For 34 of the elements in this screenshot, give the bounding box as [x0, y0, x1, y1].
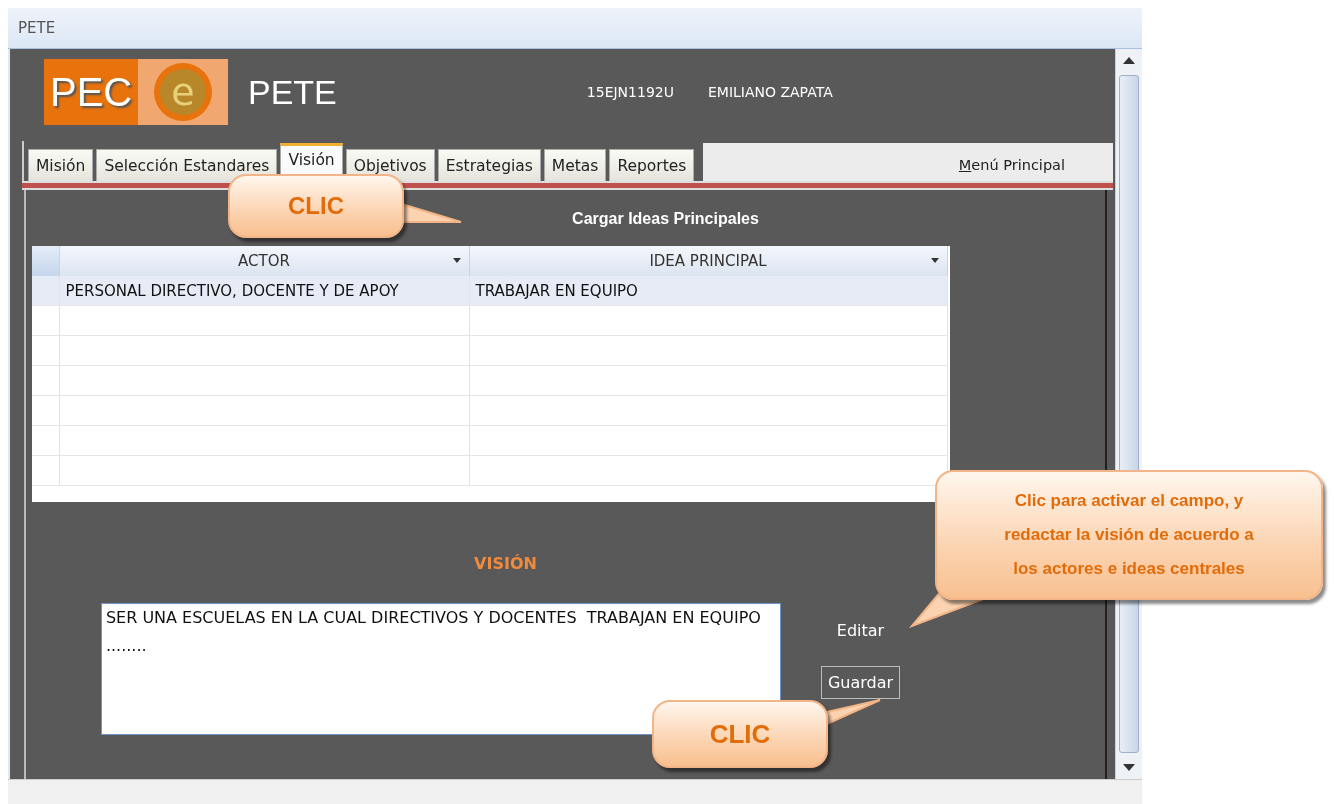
tab[interactable]: Selección Estandares — [96, 149, 278, 181]
load-ideas-button[interactable]: Cargar Ideas Principales — [572, 210, 759, 228]
scroll-down-icon[interactable] — [1122, 763, 1136, 773]
column-header[interactable]: ACTOR — [59, 246, 470, 276]
row-selector[interactable] — [31, 366, 60, 396]
tab[interactable]: Estrategias — [437, 149, 541, 181]
callout-tooltip: CLIC — [228, 174, 404, 238]
row-selector[interactable] — [31, 276, 60, 306]
save-button[interactable]: Guardar — [820, 666, 901, 699]
logo: PEC e — [44, 59, 228, 125]
app-title: PETE — [248, 72, 337, 112]
table-cell: PERSONAL DIRECTIVO, DOCENTE Y DE APOY — [59, 276, 470, 306]
tab[interactable]: Reportes — [609, 149, 695, 181]
window-title: PETE — [18, 19, 56, 37]
row-selector[interactable] — [31, 306, 60, 336]
row-selector[interactable] — [31, 396, 60, 426]
school-name: EMILIANO ZAPATA — [707, 84, 833, 100]
dropdown-caret-icon[interactable] — [930, 258, 939, 263]
callout-tooltip: Clic para activar el campo, y redactar la visión de acuerdo a los actores e ideas centrales — [935, 470, 1323, 600]
vision-heading: VISIÓN — [474, 554, 537, 573]
school-code: 15EJN1192U — [586, 84, 674, 100]
row-selector[interactable] — [31, 426, 60, 456]
main-menu-button[interactable]: Menú Principal — [703, 143, 1113, 181]
tab[interactable]: Metas — [543, 149, 607, 181]
table-cell: TRABAJAR EN EQUIPO — [469, 276, 948, 306]
column-header[interactable]: IDEA PRINCIPAL — [469, 246, 948, 276]
row-selector[interactable] — [31, 336, 60, 366]
dropdown-caret-icon[interactable] — [452, 258, 461, 263]
row-selector[interactable] — [31, 456, 60, 486]
edit-button[interactable]: Editar — [836, 621, 885, 640]
select-all-corner[interactable] — [31, 246, 60, 276]
scroll-up-icon[interactable] — [1122, 55, 1136, 65]
tab[interactable]: Misión — [28, 149, 94, 181]
callout-tooltip: CLIC — [652, 700, 828, 768]
